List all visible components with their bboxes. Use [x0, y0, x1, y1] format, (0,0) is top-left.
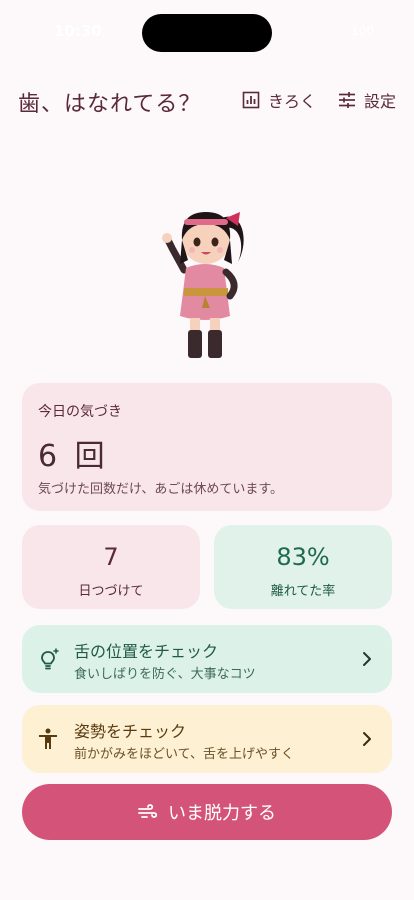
history-button[interactable]: きろく: [242, 88, 316, 112]
posture-check-title: 姿勢をチェック: [74, 722, 187, 741]
tongue-check-card[interactable]: 舌の位置をチェック 食いしばりを防ぐ、大事なコツ: [22, 625, 392, 693]
streak-value: 7: [103, 543, 119, 571]
relax-now-button[interactable]: いま脱力する: [22, 784, 392, 840]
posture-check-card[interactable]: 姿勢をチェック 前かがみをほどいて、舌を上げやすく: [22, 705, 392, 773]
relax-now-label: いま脱力する: [168, 803, 276, 823]
status-bar: 10:30 100: [0, 0, 414, 54]
chevron-right-icon: [363, 652, 371, 666]
history-label: きろく: [268, 92, 317, 111]
battery-indicator: 100: [351, 24, 374, 38]
header: 歯、はなれてる？ きろく 設定: [0, 84, 414, 118]
settings-label: 設定: [364, 92, 397, 111]
lightbulb-icon: [41, 648, 59, 670]
dynamic-island: [142, 14, 272, 52]
streak-label: 日つづけて: [78, 584, 144, 599]
wind-icon: [138, 804, 158, 818]
ninja-mascot-illustration: [162, 212, 244, 358]
status-time: 10:30: [54, 22, 102, 40]
streak-card: 7 日つづけて: [22, 525, 200, 609]
rate-label: 離れてた率: [270, 584, 336, 599]
page-title: 歯、はなれてる？: [18, 92, 202, 117]
today-description: 気づけた回数だけ、あごは休めています。: [38, 482, 284, 497]
bar-chart-icon: [242, 91, 260, 109]
today-awareness-card: 今日の気づき 6 回 気づけた回数だけ、あごは休めています。: [22, 383, 392, 511]
settings-button[interactable]: 設定: [338, 88, 396, 112]
separation-rate-card: 83% 離れてた率: [214, 525, 392, 609]
sliders-icon: [339, 92, 355, 108]
today-label: 今日の気づき: [38, 404, 122, 420]
tongue-check-title: 舌の位置をチェック: [74, 642, 219, 661]
chevron-right-icon: [363, 732, 371, 746]
tongue-check-subtitle: 食いしばりを防ぐ、大事なコツ: [74, 667, 256, 682]
today-count: 6 回: [38, 439, 109, 474]
rate-value: 83%: [276, 543, 330, 571]
posture-check-subtitle: 前かがみをほどいて、舌を上げやすく: [74, 747, 294, 762]
person-icon: [39, 728, 57, 749]
